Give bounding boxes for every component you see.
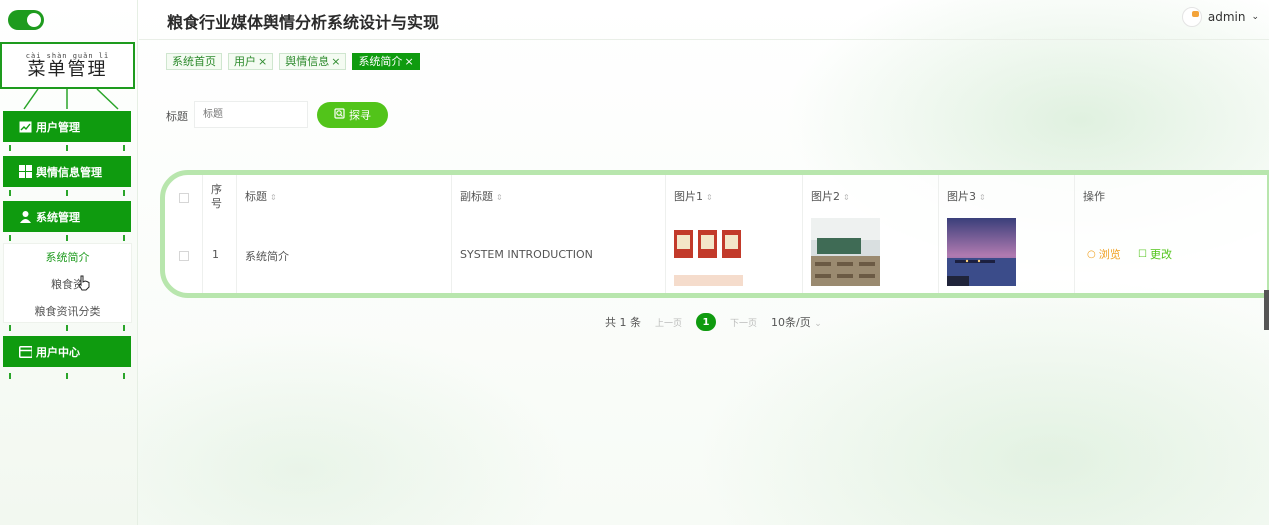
column-header-actions: 操作 (1083, 190, 1105, 203)
title-search-input[interactable] (194, 101, 308, 128)
tab-sentiment[interactable]: 舆情信息 × (279, 53, 347, 70)
edit-label: 更改 (1149, 248, 1172, 261)
row-image-1[interactable] (674, 218, 743, 286)
edit-icon: ☐ (1138, 248, 1147, 260)
submenu-item-system-intro[interactable]: 系统简介 (4, 244, 131, 271)
search-icon (334, 108, 345, 122)
sidebar-item-system-management[interactable]: 系统管理 (3, 201, 131, 232)
scrollbar-thumb[interactable] (1264, 290, 1269, 330)
pagination-total: 共 1 条 (605, 316, 641, 329)
user-menu[interactable]: admin ⌄ (1181, 7, 1259, 27)
view-button[interactable]: ○ 浏览 (1087, 246, 1121, 262)
tab-label: 系统首页 (172, 55, 216, 68)
page-title: 粮食行业媒体舆情分析系统设计与实现 (167, 13, 440, 32)
row-image-3[interactable] (947, 218, 1016, 286)
row-title: 系统简介 (245, 250, 289, 263)
sidebar-item-user-management[interactable]: 用户管理 (3, 111, 131, 142)
tab-bar: 系统首页 用户 × 舆情信息 × 系统简介 × (166, 53, 420, 70)
column-header-image3[interactable]: 图片3 ⇕ (947, 188, 986, 204)
tab-home[interactable]: 系统首页 (166, 53, 222, 70)
close-icon[interactable]: × (258, 54, 267, 69)
sidebar-toggle[interactable] (8, 10, 44, 30)
pagination: 共 1 条 上一页 1 下一页 10条/页 ⌄ (605, 313, 822, 331)
submenu-item-grain-info[interactable]: 粮食资 (4, 271, 131, 298)
edit-button[interactable]: ☐ 更改 (1138, 246, 1172, 262)
sidebar-item-label: 用户中心 (36, 345, 80, 359)
row-image-2[interactable] (811, 218, 880, 286)
sidebar-item-label: 用户管理 (36, 120, 80, 134)
row-subtitle: SYSTEM INTRODUCTION (460, 248, 593, 261)
tab-label: 用户 (234, 55, 256, 68)
search-button[interactable]: 探寻 (317, 102, 388, 128)
row-index: 1 (212, 248, 219, 261)
sort-icon: ⇕ (979, 193, 986, 202)
close-icon[interactable]: × (331, 54, 340, 69)
tab-label: 舆情信息 (285, 55, 330, 68)
menu-title: 菜单管理 (27, 59, 108, 80)
divider-ticks (9, 145, 125, 151)
system-submenu: 系统简介 粮食资 粮食资讯分类 (3, 243, 132, 323)
sidebar: cài shàn guǎn lǐ 菜单管理 用户管理 舆情信息管理 系统管理 系… (0, 0, 138, 525)
sidebar-item-label: 舆情信息管理 (36, 165, 102, 179)
search-button-label: 探寻 (349, 110, 371, 122)
divider-ticks (9, 190, 125, 196)
sort-icon: ⇕ (706, 193, 713, 202)
chart-icon (19, 120, 32, 133)
divider-ticks (9, 373, 125, 379)
column-header-image1[interactable]: 图片1 ⇕ (674, 188, 713, 204)
search-icon: ○ (1087, 248, 1096, 260)
username: admin (1207, 10, 1246, 24)
hand-cursor-icon (78, 275, 90, 291)
sort-icon: ⇕ (496, 193, 503, 202)
select-all-checkbox[interactable] (179, 193, 189, 203)
avatar (1181, 7, 1202, 27)
prev-page-button[interactable]: 上一页 (655, 316, 682, 329)
chevron-down-icon: ⌄ (814, 319, 822, 329)
close-icon[interactable]: × (404, 54, 413, 69)
submenu-item-grain-info-category[interactable]: 粮食资讯分类 (4, 298, 131, 325)
search-label: 标题 (166, 110, 188, 123)
divider-ticks (9, 235, 125, 241)
column-header-subtitle[interactable]: 副标题 ⇕ (460, 188, 503, 204)
tab-system-intro[interactable]: 系统简介 × (352, 53, 420, 70)
page-1-button[interactable]: 1 (696, 313, 717, 331)
person-icon (19, 210, 32, 223)
menu-title-panel: cài shàn guǎn lǐ 菜单管理 (0, 42, 135, 89)
chevron-down-icon: ⌄ (1251, 12, 1259, 22)
sidebar-item-label: 系统管理 (36, 210, 80, 224)
card-icon (19, 345, 32, 358)
divider-ticks (9, 325, 125, 331)
sort-icon: ⇕ (843, 193, 850, 202)
page-size-label: 10条/页 (771, 316, 811, 329)
data-table: 序号 标题 ⇕ 副标题 ⇕ 图片1 ⇕ 图片2 ⇕ 图片3 ⇕ 操作 1 系统简介 SYS… (160, 170, 1269, 298)
sort-icon: ⇕ (270, 193, 277, 202)
column-header-title[interactable]: 标题 ⇕ (245, 188, 277, 204)
tab-users[interactable]: 用户 × (228, 53, 274, 70)
top-header: 粮食行业媒体舆情分析系统设计与实现 admin ⌄ (139, 0, 1269, 40)
column-header-index: 序号 (211, 183, 222, 210)
sidebar-item-sentiment-management[interactable]: 舆情信息管理 (3, 156, 131, 187)
row-checkbox[interactable] (179, 251, 189, 261)
sidebar-item-user-center[interactable]: 用户中心 (3, 336, 131, 367)
view-label: 浏览 (1098, 248, 1121, 261)
page-size-select[interactable]: 10条/页 ⌄ (771, 314, 822, 330)
next-page-button[interactable]: 下一页 (730, 316, 757, 329)
column-header-image2[interactable]: 图片2 ⇕ (811, 188, 850, 204)
menu-hanging-strings (23, 89, 119, 110)
tab-label: 系统简介 (358, 55, 403, 68)
grid-icon (19, 165, 32, 178)
